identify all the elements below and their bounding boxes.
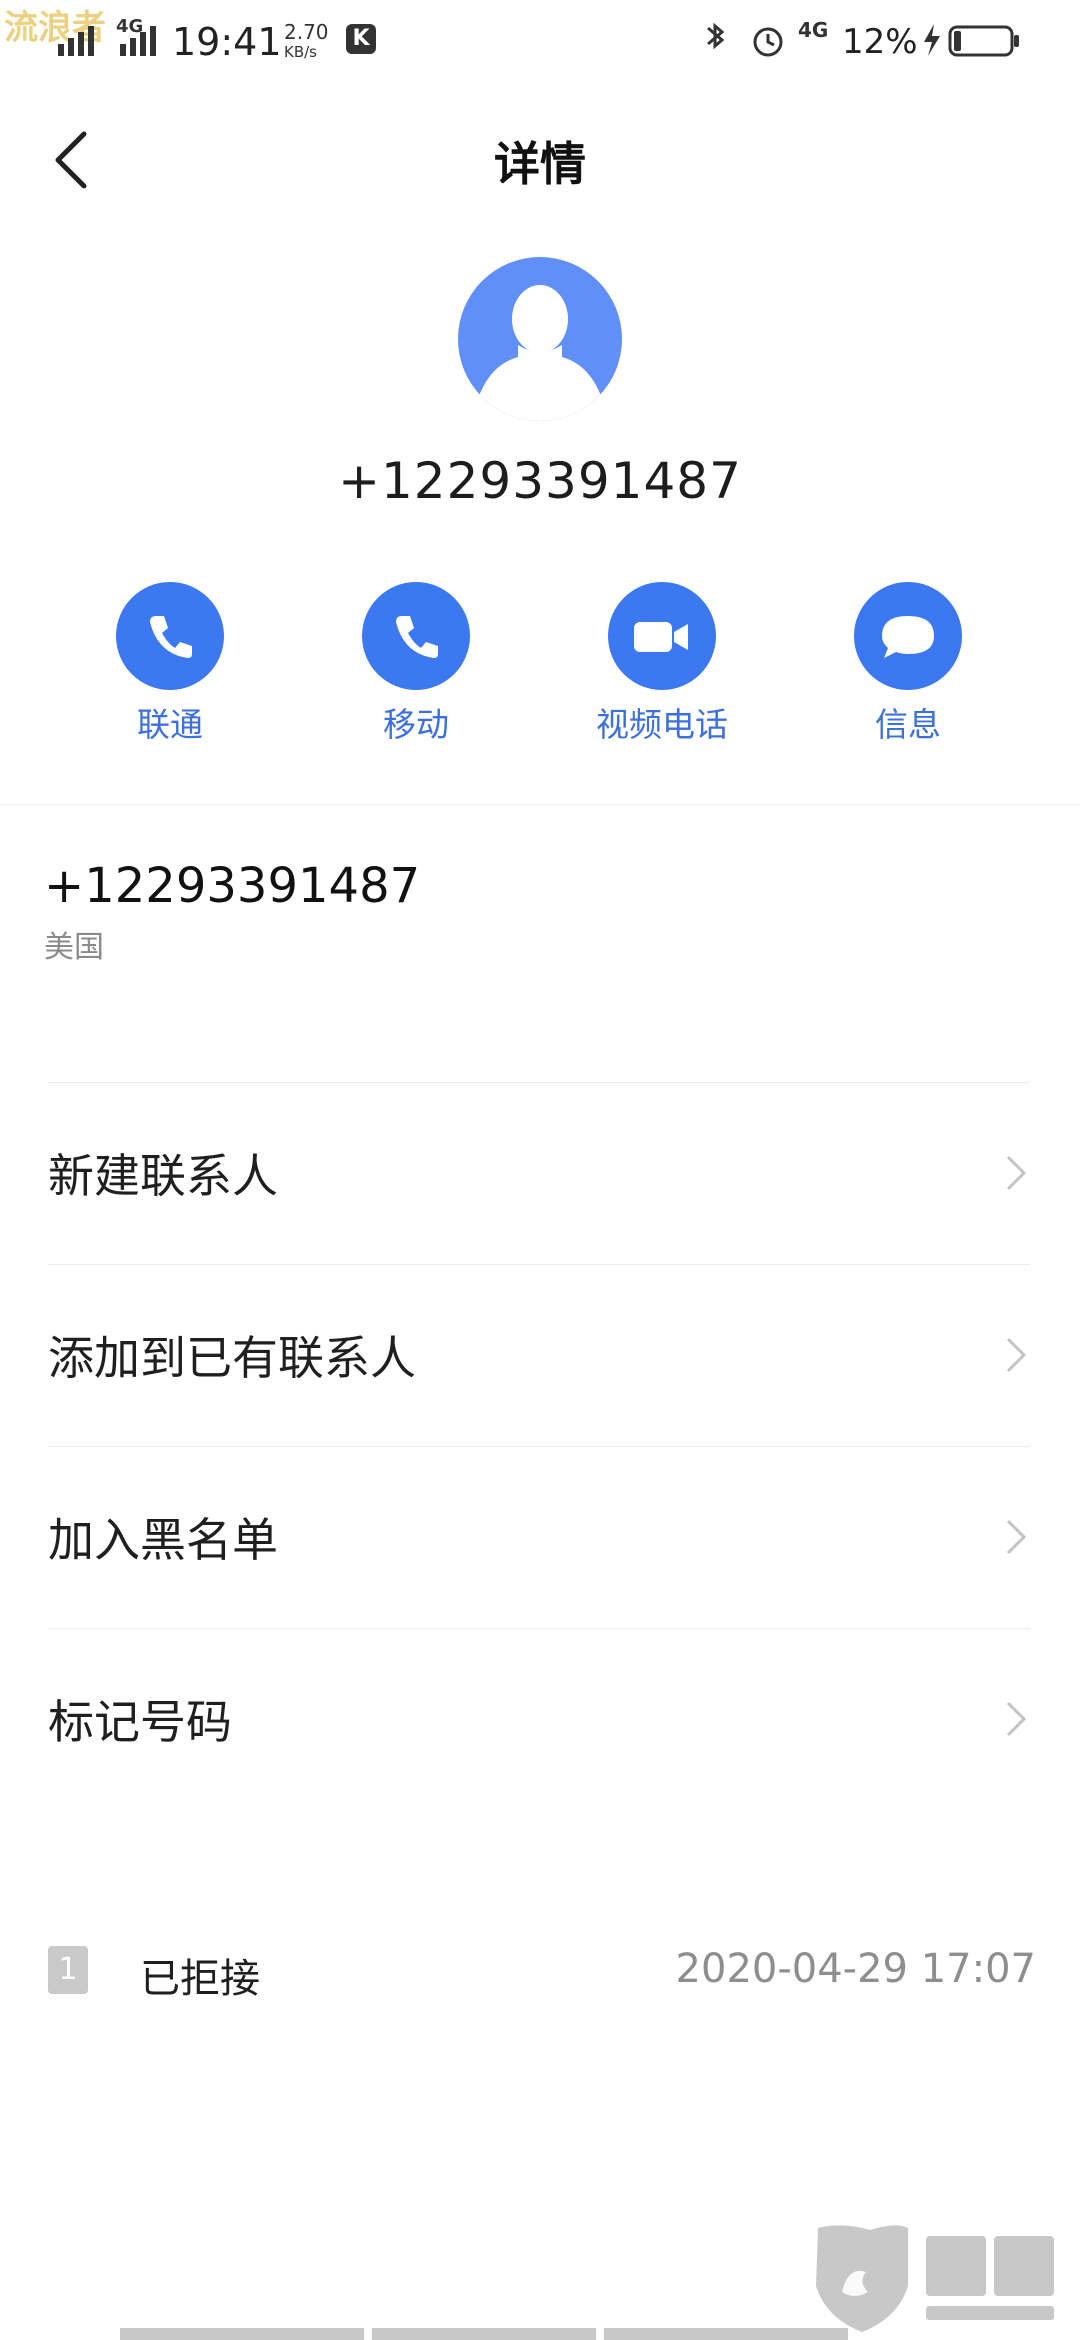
action-label: 联通 (137, 705, 203, 744)
signal-icon (58, 26, 156, 56)
bottom-strip (120, 2328, 1080, 2340)
alarm-icon (753, 27, 783, 57)
row-label: 加入黑名单 (48, 1513, 278, 1567)
avatar (458, 257, 622, 421)
call-circle (362, 582, 470, 690)
video-call-button[interactable]: 视频电话 (552, 582, 772, 746)
message-icon (882, 616, 934, 658)
row-label: 新建联系人 (48, 1149, 278, 1203)
action-label: 信息 (875, 705, 941, 744)
page-title: 详情 (494, 137, 586, 191)
strip-segment (604, 2328, 848, 2340)
new-contact-row[interactable]: 新建联系人 (48, 1083, 1030, 1263)
phone-icon (396, 616, 438, 658)
network-label: 4G (798, 18, 829, 42)
mark-number-row[interactable]: 标记号码 (48, 1629, 1030, 1809)
sim-slot-badge: 1 (48, 1946, 88, 1994)
app-k-icon: K (346, 24, 376, 54)
signal-label: 4G (116, 16, 144, 37)
chevron-right-icon (1006, 1701, 1027, 1737)
watermark-logo (816, 2225, 1054, 2332)
battery-icon (948, 25, 1019, 57)
chevron-right-icon (1006, 1519, 1027, 1555)
row-label: 标记号码 (48, 1695, 232, 1749)
video-circle (608, 582, 716, 690)
strip-segment (372, 2328, 596, 2340)
video-icon (634, 622, 688, 652)
chevron-right-icon (1006, 1155, 1027, 1191)
message-button[interactable]: 信息 (798, 582, 1018, 746)
net-speed-unit: KB/s (284, 43, 317, 61)
phone-number[interactable]: +12293391487 (44, 858, 420, 914)
call-circle (116, 582, 224, 690)
strip-segment (120, 2328, 364, 2340)
section-divider (0, 804, 1080, 805)
call-datetime: 2020-04-29 17:07 (675, 1946, 1036, 1992)
charging-icon (924, 24, 940, 56)
status-bar: 流浪者 4G 19:41 2.70 KB/s K 4G 12% (0, 0, 1080, 90)
contact-number: +12293391487 (338, 452, 742, 510)
clock: 19:41 (172, 20, 282, 64)
action-label: 视频电话 (596, 705, 728, 744)
call-mobile-button[interactable]: 移动 (306, 582, 526, 746)
add-to-blacklist-row[interactable]: 加入黑名单 (48, 1447, 1030, 1627)
row-label: 添加到已有联系人 (48, 1331, 416, 1385)
number-region: 美国 (44, 930, 104, 965)
person-icon (472, 285, 608, 421)
phone-icon (150, 616, 192, 658)
battery-percent: 12% (842, 22, 918, 62)
net-speed: 2.70 KB/s (284, 22, 329, 62)
chevron-right-icon (1006, 1337, 1027, 1373)
net-speed-value: 2.70 (284, 20, 329, 44)
bluetooth-icon (707, 22, 725, 50)
add-to-existing-contact-row[interactable]: 添加到已有联系人 (48, 1265, 1030, 1445)
call-unicom-button[interactable]: 联通 (60, 582, 280, 746)
message-circle (854, 582, 962, 690)
action-label: 移动 (383, 705, 449, 744)
call-status: 已拒接 (140, 1956, 260, 2002)
